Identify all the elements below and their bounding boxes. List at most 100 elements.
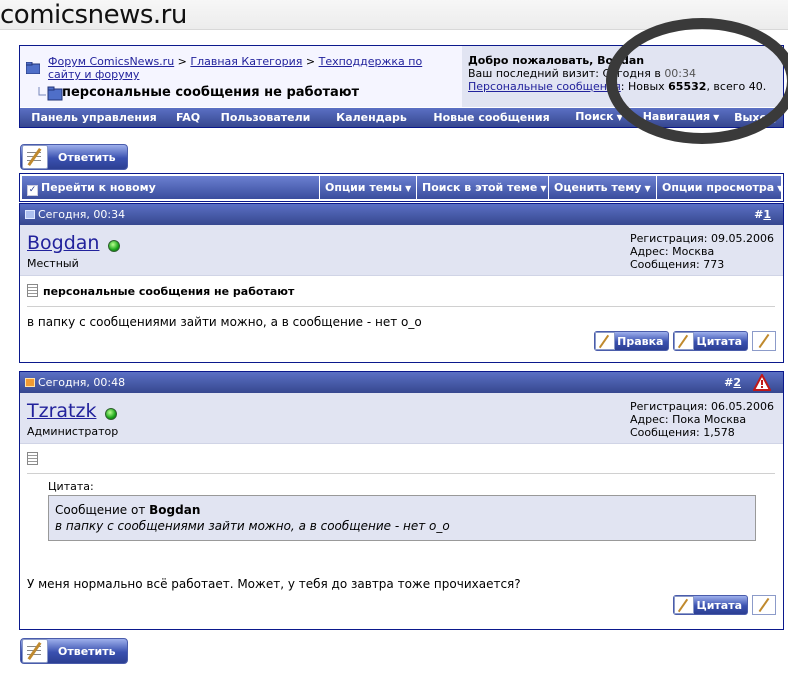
post-body: персональные сообщения не работают в пап… — [20, 276, 783, 362]
thread-options-label: Опции темы — [325, 181, 403, 194]
user-title: Местный — [27, 257, 79, 270]
thread-options-menu[interactable]: Опции темы ▼ — [319, 176, 416, 199]
post-body: Цитата: Сообщение от Bogdan в папку с со… — [20, 444, 783, 629]
nav-search-label: Поиск — [575, 110, 614, 123]
post-date: Сегодня, 00:34 — [38, 208, 126, 221]
quote-icon — [674, 596, 695, 614]
last-visit-time: 00:34 — [664, 67, 697, 80]
user-address: Адрес: Пока Москва — [630, 413, 747, 426]
chevron-down-icon: ▼ — [540, 184, 547, 193]
rate-thread-label: Оценить тему — [554, 181, 642, 194]
navbar: Панель управления FAQ Пользователи Кален… — [20, 107, 783, 127]
breadcrumb-forum-link[interactable]: Форум ComicsNews.ru — [48, 55, 174, 68]
edit-button[interactable]: Правка — [594, 331, 670, 351]
quote-label: Цитата — [696, 334, 742, 348]
last-visit-label: Ваш последний визит: Сегодня в — [468, 67, 661, 80]
quote-header: Цитата: — [48, 480, 94, 493]
chevron-down-icon: ▼ — [644, 184, 651, 193]
nav-navigation-label: Навигация — [642, 110, 711, 123]
thread-tools-bar: ✓ Перейти к новому Опции темы ▼ Поиск в эт… — [19, 173, 784, 202]
reply-button-top[interactable]: Ответить — [20, 144, 128, 170]
chevron-down-icon: ▼ — [777, 184, 784, 193]
post-divider — [27, 306, 775, 307]
quote-button[interactable]: Цитата — [673, 595, 748, 615]
post-actions: Цитата — [673, 595, 776, 615]
post-number: #2 — [724, 376, 741, 389]
quote-icon — [674, 332, 695, 350]
post-header: Сегодня, 00:48 #2 — [20, 372, 783, 393]
breadcrumb-support-link-cont[interactable]: сайту и форуму — [48, 68, 139, 81]
welcome-panel: Добро пожаловать, Bogdan Ваш последний в… — [462, 46, 783, 107]
chevron-down-icon: ▼ — [616, 113, 623, 122]
goto-new-button[interactable]: ✓ Перейти к новому — [22, 176, 319, 199]
user-address: Адрес: Москва — [630, 245, 715, 258]
edit-label: Правка — [617, 334, 664, 348]
multiquote-button[interactable] — [752, 595, 776, 615]
breadcrumb-category-link[interactable]: Главная Категория — [190, 55, 302, 68]
online-status-icon — [108, 240, 120, 252]
site-name: comicsnews.ru — [0, 0, 187, 30]
nav-control-panel[interactable]: Панель управления — [20, 109, 168, 127]
post-title: персональные сообщения не работают — [43, 285, 295, 298]
post-number-link[interactable]: 2 — [733, 376, 741, 389]
registration-date: Регистрация: 09.05.2006 — [630, 232, 774, 245]
post-title-row — [27, 452, 43, 466]
quote-box: Сообщение от Bogdan в папку с сообщениям… — [48, 495, 756, 541]
user-info-row: Tzratzk Администратор Регистрация: 06.05… — [20, 393, 783, 444]
post-date: Сегодня, 00:48 — [38, 376, 126, 389]
user-info-row: Bogdan Местный Регистрация: 09.05.2006 А… — [20, 225, 783, 276]
breadcrumb-separator: > — [305, 55, 316, 68]
multiquote-button[interactable] — [752, 331, 776, 351]
header-box: Форум ComicsNews.ru > Главная Категория … — [19, 45, 784, 128]
post-number: #1 — [754, 208, 771, 221]
quote-label: Цитата — [696, 598, 742, 612]
username-link[interactable]: Bogdan — [27, 232, 99, 254]
pen-icon — [22, 639, 48, 663]
post-number-link[interactable]: 1 — [763, 208, 771, 221]
reply-button-label: Ответить — [58, 644, 116, 658]
view-options-menu[interactable]: Опции просмотра ▼ — [656, 176, 784, 199]
username-link[interactable]: Tzratzk — [27, 400, 96, 422]
pm-new-label: : Новых — [620, 80, 665, 93]
goto-new-label: Перейти к новому — [41, 181, 156, 194]
post-actions: Правка Цитата — [594, 331, 776, 351]
checkmark-icon: ✓ — [27, 185, 38, 196]
pm-link[interactable]: Персональные сообщения — [468, 80, 621, 93]
registration-date: Регистрация: 06.05.2006 — [630, 400, 774, 413]
breadcrumb-support-link[interactable]: Техподдержка по — [319, 55, 423, 68]
post-header: Сегодня, 00:34 #1 — [20, 204, 783, 225]
user-details: Регистрация: 09.05.2006 Адрес: Москва Со… — [630, 232, 774, 271]
nav-users[interactable]: Пользователи — [208, 109, 323, 127]
breadcrumb-line-2: сайту и форуму — [28, 68, 462, 81]
post-text: У меня нормально всё работает. Может, у … — [27, 577, 521, 591]
nav-search[interactable]: Поиск ▼ — [563, 108, 635, 127]
reply-button-label: Ответить — [58, 150, 116, 164]
post-status-icon — [25, 210, 35, 219]
nav-calendar[interactable]: Календарь — [323, 109, 420, 127]
breadcrumb-separator: > — [177, 55, 187, 68]
quote-from: Сообщение от Bogdan — [55, 502, 749, 518]
quote-button[interactable]: Цитата — [673, 331, 748, 351]
folder-icon — [26, 62, 40, 74]
pm-total: , всего 40. — [706, 80, 767, 93]
rate-thread-menu[interactable]: Оценить тему ▼ — [548, 176, 656, 199]
nav-new-posts[interactable]: Новые сообщения — [420, 109, 563, 127]
pen-icon — [22, 145, 48, 169]
post-new-status-icon — [25, 378, 35, 387]
post-2: Сегодня, 00:48 #2 Tzratzk Администратор … — [19, 371, 784, 630]
edit-icon — [595, 332, 616, 350]
report-warning-icon[interactable] — [753, 374, 771, 391]
nav-logout[interactable]: Выход — [727, 109, 783, 127]
nav-faq[interactable]: FAQ — [168, 109, 208, 127]
post-text: в папку с сообщениями зайти можно, а в с… — [27, 315, 422, 329]
chevron-down-icon: ▼ — [713, 113, 720, 122]
document-icon — [27, 452, 38, 465]
user-details: Регистрация: 06.05.2006 Адрес: Пока Моск… — [630, 400, 774, 439]
quote-text: в папку с сообщениями зайти можно, а в с… — [55, 519, 450, 533]
message-count: Сообщения: 773 — [630, 258, 725, 271]
search-thread-menu[interactable]: Поиск в этой теме ▼ — [416, 176, 548, 199]
user-title: Администратор — [27, 425, 119, 438]
nav-navigation[interactable]: Навигация ▼ — [635, 108, 727, 127]
reply-button-bottom[interactable]: Ответить — [20, 638, 128, 664]
breadcrumb: Форум ComicsNews.ru > Главная Категория … — [20, 46, 462, 107]
